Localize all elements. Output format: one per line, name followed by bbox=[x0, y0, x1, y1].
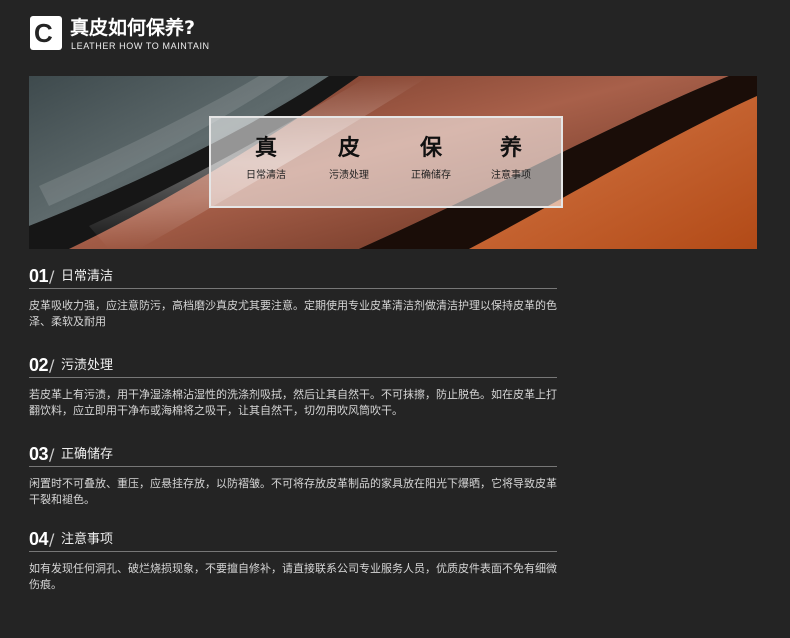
pillar-character: 养 bbox=[499, 136, 522, 161]
section-slash: / bbox=[49, 267, 55, 286]
section-heading: 02 / 污渍处理 bbox=[29, 355, 557, 378]
pillar-stain-treatment: 皮 污渍处理 bbox=[309, 136, 389, 181]
pillar-proper-storage: 保 正确储存 bbox=[391, 136, 471, 181]
section-title: 污渍处理 bbox=[61, 358, 114, 373]
section-title: 正确储存 bbox=[61, 447, 114, 462]
pillar-character: 保 bbox=[419, 136, 442, 161]
section-heading: 03 / 正确储存 bbox=[29, 444, 557, 467]
section-body: 皮革吸收力强，应注意防污，高档磨沙真皮尤其要注意。定期使用专业皮革清洁剂做清洁护… bbox=[29, 299, 557, 328]
pillar-label: 污渍处理 bbox=[329, 170, 369, 181]
section-number: 02 bbox=[29, 355, 49, 375]
section-body: 如有发现任何洞孔、破烂烧损现象，不要擅自修补，请直接联系公司专业服务人员，优质皮… bbox=[29, 562, 557, 591]
section-number: 04 bbox=[29, 529, 49, 549]
section-proper-storage: 03 / 正确储存 闲置时不可叠放、重压，应悬挂存放，以防褶皱。不可将存放皮革制… bbox=[29, 444, 557, 508]
pillar-label: 日常清洁 bbox=[246, 170, 286, 181]
section-title: 日常清洁 bbox=[61, 269, 114, 284]
logo-letter: C bbox=[34, 18, 53, 48]
section-title: 注意事项 bbox=[61, 532, 114, 547]
section-number: 03 bbox=[29, 444, 49, 464]
section-body: 若皮革上有污渍，用干净湿涤棉沾湿性的洗涤剂吸拭，然后让其自然干。不可抹擦，防止脱… bbox=[29, 388, 557, 417]
pillar-precautions: 养 注意事项 bbox=[471, 136, 551, 181]
section-stain-treatment: 02 / 污渍处理 若皮革上有污渍，用干净湿涤棉沾湿性的洗涤剂吸拭，然后让其自然… bbox=[29, 355, 557, 419]
pillar-daily-cleaning: 真 日常清洁 bbox=[226, 136, 306, 181]
section-heading: 01 / 日常清洁 bbox=[29, 266, 557, 289]
section-slash: / bbox=[49, 356, 55, 375]
section-precautions: 04 / 注意事项 如有发现任何洞孔、破烂烧损现象，不要擅自修补，请直接联系公司… bbox=[29, 529, 557, 593]
pillar-label: 正确储存 bbox=[411, 170, 451, 181]
section-slash: / bbox=[49, 530, 55, 549]
page-subtitle: LEATHER HOW TO MAINTAIN bbox=[71, 41, 210, 51]
pillar-character: 真 bbox=[254, 136, 277, 161]
section-slash: / bbox=[49, 445, 55, 464]
leather-banner: 真 日常清洁 皮 污渍处理 保 正确储存 养 注意事项 bbox=[29, 76, 757, 249]
section-daily-cleaning: 01 / 日常清洁 皮革吸收力强，应注意防污，高档磨沙真皮尤其要注意。定期使用专… bbox=[29, 266, 557, 330]
pillar-label: 注意事项 bbox=[491, 170, 531, 181]
section-body: 闲置时不可叠放、重压，应悬挂存放，以防褶皱。不可将存放皮革制品的家具放在阳光下爆… bbox=[29, 477, 557, 506]
logo: C bbox=[30, 16, 62, 50]
banner-caption-box: 真 日常清洁 皮 污渍处理 保 正确储存 养 注意事项 bbox=[209, 116, 563, 208]
section-number: 01 bbox=[29, 266, 49, 286]
page-title: 真皮如何保养? bbox=[70, 17, 196, 39]
pillar-character: 皮 bbox=[337, 136, 360, 161]
section-heading: 04 / 注意事项 bbox=[29, 529, 557, 552]
